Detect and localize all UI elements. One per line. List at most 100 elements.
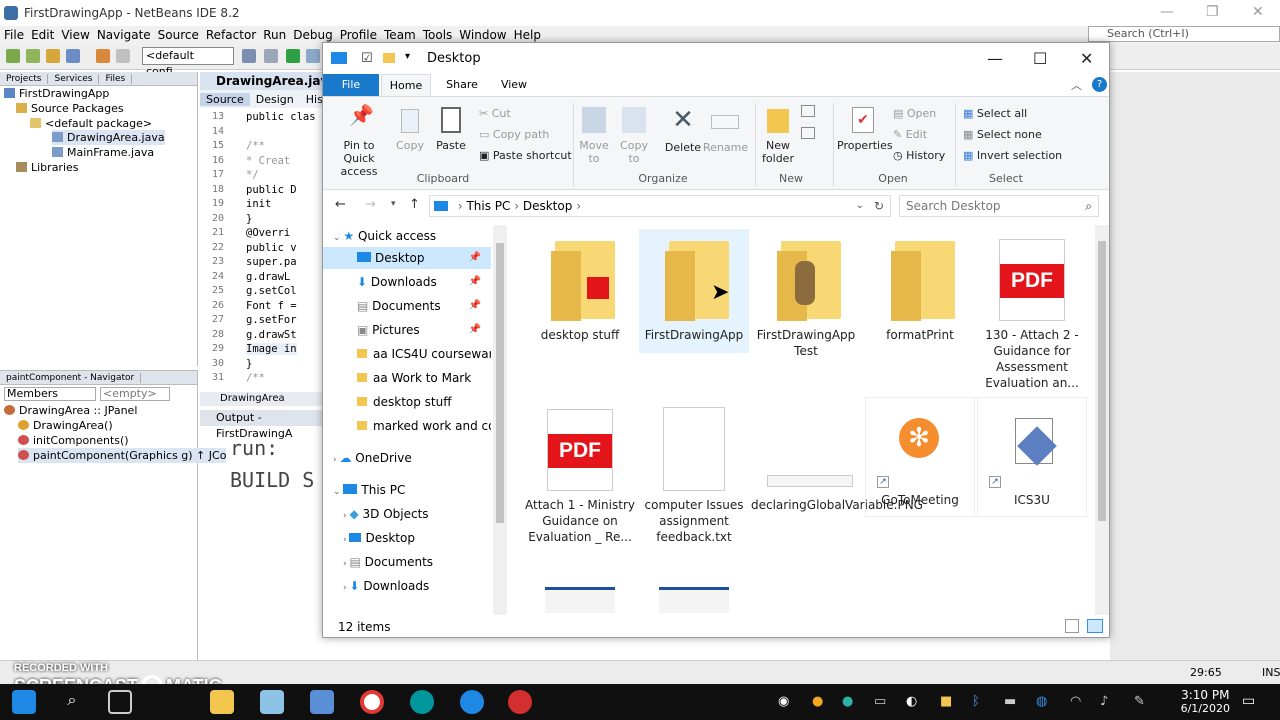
large-icons-view-icon[interactable] (1087, 619, 1103, 633)
nav-documents-pinned[interactable]: ▤ Documents 📌 (323, 295, 491, 317)
tab-services[interactable]: Services (48, 73, 100, 84)
paste-button[interactable]: Paste (433, 105, 469, 152)
build-icon[interactable] (242, 49, 256, 63)
configuration-select[interactable]: <default confi... (142, 47, 234, 78)
save-all-icon[interactable] (66, 49, 80, 63)
minimize-icon[interactable]: — (987, 49, 1003, 68)
new-folder-quick-icon[interactable] (383, 53, 395, 63)
menu-edit[interactable]: Edit (31, 28, 54, 42)
code-line[interactable]: * Creat (246, 155, 290, 167)
address-bar[interactable]: › This PC › Desktop › ⌄ ↻ (429, 195, 891, 217)
copy-to-button[interactable]: Copy to (617, 105, 651, 165)
tab-share[interactable]: Share (437, 74, 487, 96)
edit-button[interactable]: ✎ Edit (893, 128, 927, 141)
breadcrumb-item[interactable]: DrawingArea (220, 393, 285, 404)
tree-drawingarea-java[interactable]: DrawingArea.java (52, 130, 165, 145)
properties-button[interactable]: ✔ Properties (837, 105, 893, 152)
file-explorer-taskbar-icon[interactable] (210, 690, 234, 714)
clean-build-icon[interactable] (264, 49, 278, 63)
security-icon[interactable]: ◐ (906, 694, 917, 709)
tree-project[interactable]: FirstDrawingApp (4, 86, 109, 101)
nav-this-pc[interactable]: ⌄ This PC (323, 479, 491, 501)
recent-locations-icon[interactable]: ▾ (391, 199, 396, 209)
chrome-icon[interactable] (360, 690, 384, 714)
file-item[interactable] (639, 573, 749, 613)
wifi-icon[interactable]: ◠ (1070, 694, 1081, 709)
menu-view[interactable]: View (61, 28, 89, 42)
menu-debug[interactable]: Debug (293, 28, 332, 42)
cut-button[interactable]: ✂ Cut (479, 107, 511, 120)
nav-downloads-pinned[interactable]: ⬇ Downloads 📌 (323, 271, 491, 293)
tab-design[interactable]: Design (250, 93, 300, 106)
close-icon[interactable]: ✕ (1080, 49, 1093, 68)
select-all-button[interactable]: ▦ Select all (963, 107, 1027, 120)
tray-app-icon[interactable]: ● (842, 694, 853, 709)
breadcrumb-this-pc[interactable]: This PC (466, 199, 510, 213)
code-line[interactable]: } (246, 358, 252, 370)
tab-home[interactable]: Home (381, 74, 431, 96)
screencast-taskbar-icon[interactable] (508, 690, 532, 714)
minimize-icon[interactable]: — (1160, 4, 1174, 20)
code-line[interactable]: public clas (246, 111, 316, 123)
file-item[interactable]: computer Issues assignment feedback.txt (639, 403, 749, 553)
edge-icon[interactable] (460, 690, 484, 714)
scrollbar-thumb[interactable] (496, 243, 504, 523)
code-line[interactable]: super.pa (246, 256, 297, 268)
collapse-ribbon-icon[interactable]: ︿ (1071, 77, 1082, 93)
code-line[interactable]: public D (246, 184, 297, 196)
nav-recent-folder[interactable]: desktop stuff (323, 391, 491, 413)
code-line[interactable]: /** (246, 140, 265, 152)
file-item-hovered[interactable]: ➤ FirstDrawingApp (639, 229, 749, 353)
tree-source-packages[interactable]: Source Packages (16, 101, 124, 116)
rename-button[interactable]: Rename (703, 105, 748, 154)
file-view-scrollbar[interactable] (1095, 225, 1109, 615)
search-icon[interactable]: ⌕ (60, 690, 84, 714)
nav-recent-folder[interactable]: marked work and com (323, 415, 491, 437)
menu-team[interactable]: Team (384, 28, 416, 42)
code-line[interactable]: init (246, 198, 271, 210)
new-folder-button[interactable]: New folder (759, 105, 797, 165)
tab-projects[interactable]: Projects (0, 73, 49, 84)
menu-run[interactable]: Run (263, 28, 286, 42)
navigation-pane-scrollbar[interactable] (493, 225, 507, 615)
navigator-constructor[interactable]: DrawingArea() (18, 418, 113, 433)
code-line[interactable]: */ (246, 169, 259, 181)
search-desktop-input[interactable]: Search Desktop ⌕ (899, 195, 1099, 217)
code-line[interactable]: g.drawL (246, 271, 290, 283)
editor-tab-drawingarea[interactable]: DrawingArea.java (200, 72, 336, 90)
maximize-icon[interactable]: ☐ (1033, 49, 1047, 68)
copy-path-button[interactable]: ▭ Copy path (479, 128, 549, 141)
file-item[interactable]: ↗ ICS3U (977, 397, 1087, 517)
app-taskbar-icon[interactable] (260, 690, 284, 714)
close-icon[interactable]: ✕ (1252, 4, 1264, 20)
code-line[interactable]: /** (246, 372, 265, 384)
nav-recent-folder[interactable]: aa Work to Mark (323, 367, 491, 389)
bluetooth-icon[interactable]: ᛒ (972, 694, 980, 709)
menu-refactor[interactable]: Refactor (206, 28, 256, 42)
open-project-icon[interactable] (46, 49, 60, 63)
menu-window[interactable]: Window (459, 28, 506, 42)
menu-help[interactable]: Help (514, 28, 541, 42)
nav-recent-folder[interactable]: aa ICS4U courseware (323, 343, 491, 365)
pen-icon[interactable]: ✎ (1134, 694, 1145, 709)
up-icon[interactable]: ↑ (409, 197, 420, 212)
code-line[interactable]: g.setCol (246, 285, 297, 297)
netbeans-taskbar-icon[interactable] (310, 690, 334, 714)
pin-to-quick-access-button[interactable]: 📌 Pin to Quick access (329, 105, 389, 178)
navigator-method-selected[interactable]: paintComponent(Graphics g) ↑ JCo (18, 448, 227, 463)
nav-pc-desktop[interactable]: › Desktop (323, 527, 491, 549)
nav-pc-documents[interactable]: › ▤ Documents (323, 551, 491, 573)
forward-icon[interactable]: → (365, 197, 376, 212)
navigator-method[interactable]: initComponents() (18, 433, 129, 448)
menu-file[interactable]: File (4, 28, 24, 42)
breadcrumb-desktop[interactable]: Desktop (523, 199, 573, 213)
hp-icon[interactable]: ◍ (1036, 694, 1047, 709)
task-view-icon[interactable] (108, 690, 132, 714)
file-item[interactable] (525, 573, 635, 613)
nav-quick-access[interactable]: ⌄ ★ Quick access (323, 225, 491, 247)
code-line[interactable]: g.setFor (246, 314, 297, 326)
invert-selection-button[interactable]: ▦ Invert selection (963, 149, 1062, 162)
code-line[interactable]: } (246, 213, 252, 225)
record-icon[interactable]: ◉ (778, 694, 789, 709)
select-none-button[interactable]: ▦ Select none (963, 128, 1042, 141)
